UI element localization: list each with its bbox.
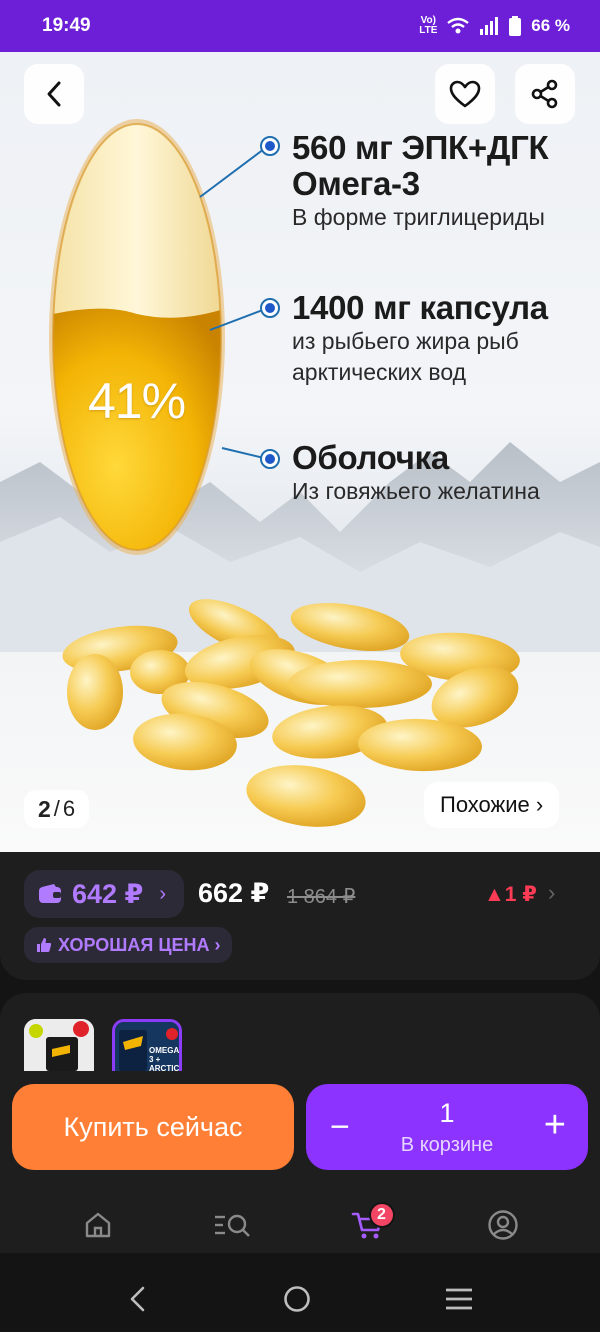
annotation-subtitle: В форме триглицериды <box>292 204 545 230</box>
counter-total: 6 <box>62 796 76 821</box>
chevron-right-icon: › <box>159 882 167 905</box>
favorite-button[interactable] <box>435 64 495 124</box>
wallet-price: 642 ₽ <box>72 878 144 909</box>
nav-home-icon[interactable] <box>282 1284 312 1314</box>
wallet-icon <box>39 884 61 903</box>
similar-products-button[interactable]: Похожие › <box>424 782 560 828</box>
thumbnail-text: OMEGA-3 + ARCTIC <box>149 1046 182 1071</box>
good-price-badge[interactable]: ХОРОШАЯ ЦЕНА › <box>24 927 233 963</box>
status-bar: 19:49 Vo) LTE 66 % <box>0 0 600 52</box>
counter-current: 2 <box>38 795 51 822</box>
catalog-search-icon <box>214 1214 250 1237</box>
product-thumbnail-image <box>24 1019 94 1071</box>
tab-cart[interactable]: 2 <box>338 1195 398 1255</box>
battery-level: 66 % <box>531 16 570 35</box>
product-image[interactable]: 41% 560 мг ЭПК+ДГК Омега-3 В форме тригл… <box>0 52 600 852</box>
signal-icon <box>480 17 499 35</box>
oil-percent-label: 41% <box>88 373 186 429</box>
cart-quantity-control: − 1 В корзине + <box>306 1084 588 1170</box>
nav-back-icon[interactable] <box>126 1285 150 1313</box>
annotation-shell: Оболочка Из говяжьего желатина <box>292 440 540 507</box>
share-icon <box>531 79 558 109</box>
thumbs-up-icon <box>37 938 52 952</box>
status-time: 19:49 <box>42 15 91 36</box>
status-icons: Vo) LTE 66 % <box>419 16 570 36</box>
good-price-label: ХОРОШАЯ ЦЕНА › <box>58 934 221 955</box>
wallet-price-button[interactable]: 642 ₽ › <box>24 870 184 918</box>
annotation-title: Оболочка <box>292 439 449 476</box>
wifi-icon <box>447 17 469 34</box>
annotation-title: 1400 мг капсула <box>292 289 548 326</box>
annotation-capsule: 1400 мг капсула из рыбьего жира рыб аркт… <box>292 290 548 388</box>
annotation-subtitle: из рыбьего жира рыб <box>292 328 519 354</box>
annotation-title-line2: Омега-3 <box>292 165 420 202</box>
volte-icon: Vo) LTE <box>419 15 438 36</box>
current-price: 662 ₽ <box>198 878 270 908</box>
price-change[interactable]: ▲1 ₽ <box>484 882 537 907</box>
price-card: 642 ₽ › 662 ₽ 1 864 ₽ ▲1 ₽ › ХОРОШАЯ ЦЕН… <box>0 852 600 980</box>
battery-icon <box>509 16 522 36</box>
tab-profile[interactable] <box>473 1195 533 1255</box>
variant-thumbnail-selected[interactable]: OMEGA-3 + ARCTIC <box>112 1019 182 1071</box>
bottom-tab-bar: 2 <box>0 1190 600 1260</box>
annotation-title: 560 мг ЭПК+ДГК <box>292 129 549 166</box>
increase-quantity-button[interactable]: + <box>544 1104 566 1147</box>
counter-separator: / <box>53 796 60 821</box>
cart-count-badge: 2 <box>368 1202 395 1228</box>
home-icon <box>85 1212 110 1238</box>
system-navigation-bar <box>0 1266 600 1332</box>
chevron-right-icon[interactable]: › <box>548 880 555 906</box>
annotation-subtitle: Из говяжьего желатина <box>292 478 540 504</box>
annotation-omega3: 560 мг ЭПК+ДГК Омега-3 В форме триглицер… <box>292 129 549 233</box>
annotation-subtitle-line2: арктических вод <box>292 359 467 385</box>
share-button[interactable] <box>515 64 575 124</box>
back-button[interactable] <box>24 64 84 124</box>
image-counter: 2 / 6 <box>24 790 90 828</box>
heart-icon <box>449 80 481 108</box>
buy-now-button[interactable]: Купить сейчас <box>12 1084 294 1170</box>
tab-catalog[interactable] <box>203 1195 263 1255</box>
old-price: 1 864 ₽ <box>287 886 356 908</box>
nav-recents-icon[interactable] <box>444 1287 474 1311</box>
tab-home[interactable] <box>68 1195 128 1255</box>
variant-thumbnail[interactable] <box>24 1019 94 1071</box>
profile-icon <box>487 1210 518 1240</box>
chevron-left-icon <box>47 81 61 107</box>
